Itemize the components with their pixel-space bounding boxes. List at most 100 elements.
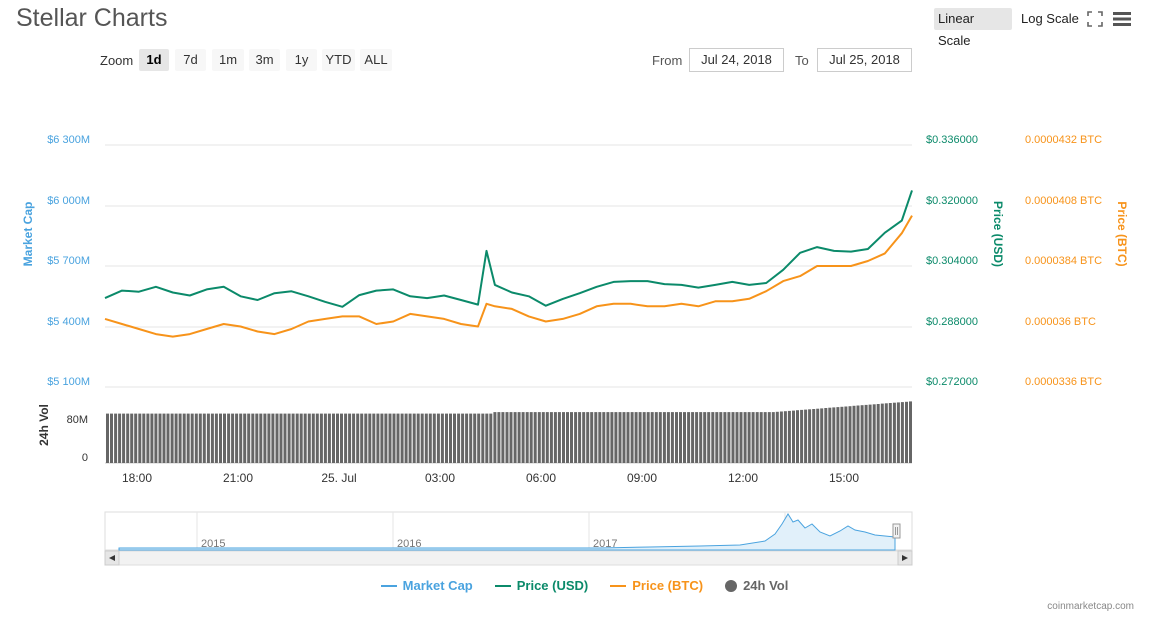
volume-bar <box>420 413 424 463</box>
legend-item-price-btc[interactable]: Price (BTC) <box>610 578 703 593</box>
x-tick-label: 15:00 <box>829 471 859 485</box>
volume-bar <box>864 404 868 463</box>
volume-bar <box>642 412 646 463</box>
volume-bar <box>473 413 477 463</box>
volume-bar <box>747 412 751 463</box>
volume-bar <box>243 413 247 463</box>
volume-bar <box>517 412 521 463</box>
x-tick-label: 09:00 <box>627 471 657 485</box>
volume-bar <box>691 412 695 463</box>
volume-bar <box>251 413 255 463</box>
mcap-tick-label: $6 000M <box>47 195 90 207</box>
volume-bar <box>812 409 816 463</box>
volume-bar <box>283 413 287 463</box>
legend-dot-icon <box>725 579 738 592</box>
volume-bar <box>513 412 517 463</box>
volume-bar <box>263 413 267 463</box>
volume-bar <box>344 413 348 463</box>
volume-bar <box>255 413 259 463</box>
legend-item-price-usd[interactable]: Price (USD) <box>494 578 588 593</box>
navigator-scrollbar[interactable] <box>104 550 913 566</box>
volume-bar <box>396 413 400 463</box>
volume-bar <box>650 412 654 463</box>
volume-bar <box>440 413 444 463</box>
vol-tick-label: 0 <box>82 452 88 464</box>
volume-bar <box>259 413 263 463</box>
volume-bar <box>759 412 763 463</box>
volume-bar <box>106 413 109 463</box>
volume-bar <box>118 413 122 463</box>
volume-bar <box>521 412 525 463</box>
volume-bar <box>154 413 158 463</box>
volume-bar <box>142 413 146 463</box>
volume-bar <box>727 412 731 463</box>
volume-bar <box>126 413 130 463</box>
volume-bar <box>336 413 339 463</box>
volume-bar <box>618 412 622 463</box>
volume-bar <box>364 413 368 463</box>
volume-bar <box>235 413 239 463</box>
volume-bar <box>562 412 565 463</box>
volume-bar <box>299 413 303 463</box>
volume-bar <box>787 410 791 463</box>
volume-bar <box>723 412 727 463</box>
volume-bar <box>323 413 327 463</box>
volume-bar <box>372 413 376 463</box>
volume-bar <box>533 412 537 463</box>
volume-bar <box>852 405 856 463</box>
volume-bar <box>162 413 166 463</box>
volume-bar <box>445 413 448 463</box>
volume-bar <box>158 413 162 463</box>
volume-bar <box>469 413 473 463</box>
volume-bar <box>896 402 900 463</box>
price-chart[interactable]: $6 300M $6 000M $5 700M $5 400M $5 100M … <box>0 0 1169 575</box>
legend-item-market-cap[interactable]: Market Cap <box>380 578 473 593</box>
navigator[interactable]: 2015 2016 2017 2018 <box>104 511 913 551</box>
volume-bar <box>110 413 113 463</box>
btc-tick-label: 0.0000432 BTC <box>1025 134 1102 146</box>
volume-bar <box>150 413 154 463</box>
volume-bar <box>638 412 642 463</box>
volume-bar <box>198 413 202 463</box>
volume-bar <box>553 412 557 463</box>
volume-bar <box>775 411 779 463</box>
credits-link[interactable]: coinmarketcap.com <box>1047 601 1134 612</box>
volume-bar <box>368 413 372 463</box>
volume-bar <box>594 412 598 463</box>
volume-bar <box>138 413 142 463</box>
navigator-handle[interactable] <box>892 523 901 539</box>
price-btc-series-line[interactable] <box>104 215 913 338</box>
volume-bar <box>836 407 840 463</box>
volume-bar <box>856 405 860 463</box>
volume-bar <box>465 413 469 463</box>
volume-bar <box>449 413 452 463</box>
price-btc-axis-title: Price (BTC) <box>1115 201 1129 266</box>
volume-bar <box>872 404 876 463</box>
volume-bar <box>457 413 461 463</box>
volume-bar <box>166 413 170 463</box>
x-tick-label: 25. Jul <box>321 471 356 485</box>
price-usd-series-line[interactable] <box>104 190 913 308</box>
volume-bar <box>319 413 323 463</box>
volume-bar <box>566 412 569 463</box>
volume-bar <box>574 412 578 463</box>
volume-bar <box>783 411 787 463</box>
volume-bar <box>578 412 582 463</box>
volume-bar <box>675 412 678 463</box>
volume-bar <box>227 413 231 463</box>
usd-tick-label: $0.288000 <box>926 316 978 328</box>
volume-bar <box>146 413 150 463</box>
legend-item-24h-vol[interactable]: 24h Vol <box>725 578 788 593</box>
volume-bar <box>824 408 828 463</box>
volume-bar <box>537 412 541 463</box>
volume-bar <box>808 409 812 463</box>
volume-bar <box>291 413 295 463</box>
volume-bar <box>497 412 501 463</box>
volume-bar <box>687 412 691 463</box>
volume-bar <box>186 413 190 463</box>
volume-bar <box>436 413 440 463</box>
volume-bar <box>804 409 808 463</box>
usd-tick-label: $0.336000 <box>926 134 978 146</box>
volume-bar <box>905 401 908 463</box>
volume-bar <box>114 413 118 463</box>
